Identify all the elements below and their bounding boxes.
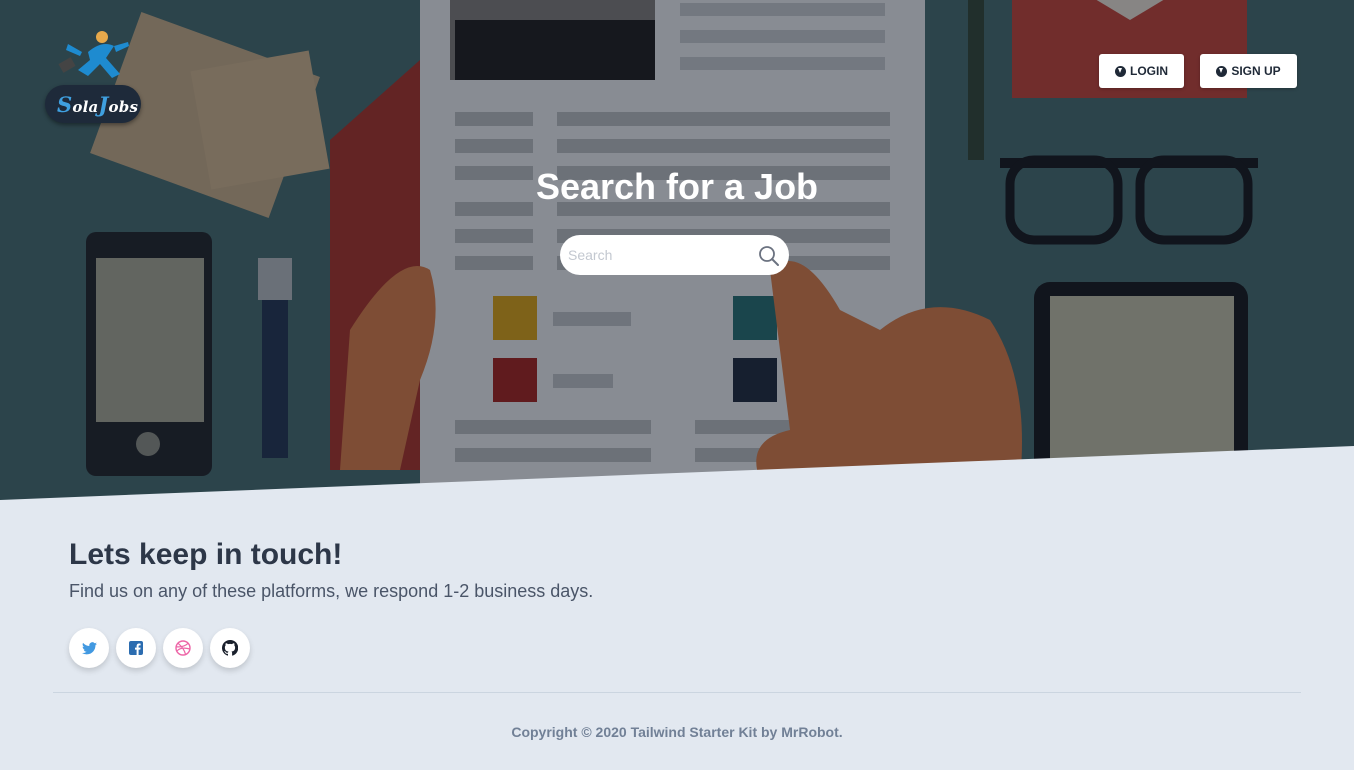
dribbble-button[interactable] [163,628,203,668]
github-button[interactable] [210,628,250,668]
contact-heading: Lets keep in touch! [69,538,343,571]
twitter-button[interactable] [69,628,109,668]
hero-section: SolaJobs Login Sign Up Search for a Job [0,0,1354,500]
search-input[interactable] [568,243,748,267]
copyright-text: Copyright © 2020 Tailwind Starter Kit by… [511,724,843,740]
contact-subtitle: Find us on any of these platforms, we re… [69,581,594,601]
signup-button[interactable]: Sign Up [1200,54,1297,88]
download-circle-icon [1115,65,1126,77]
dribbble-icon [175,640,191,656]
facebook-button[interactable] [116,628,156,668]
login-button[interactable]: Login [1099,54,1184,88]
runner-logo-icon [58,31,129,78]
search-box[interactable] [560,235,789,275]
github-icon [222,640,238,656]
logo-wordmark: SolaJobs [57,92,139,117]
page-title: Search for a Job [535,166,819,207]
login-label: Login [1130,64,1168,78]
facebook-icon [129,641,143,655]
footer-divider [53,692,1301,693]
signup-label: Sign Up [1231,64,1281,78]
download-circle-icon [1216,65,1228,77]
twitter-icon [81,641,97,654]
social-links [69,628,250,668]
brand-logo[interactable]: SolaJobs [44,30,144,125]
search-icon[interactable] [758,245,780,267]
